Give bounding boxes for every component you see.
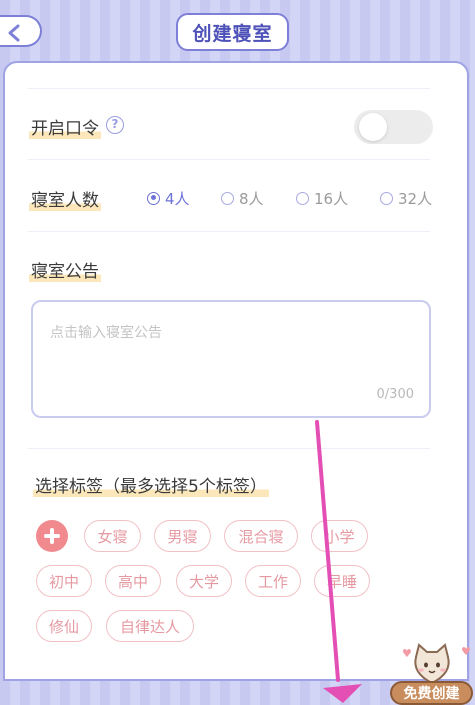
password-label-text: 开启口令 [29,119,101,139]
members-label-text: 寝室人数 [29,191,101,211]
cat-mascot-icon [414,643,450,685]
members-option-16[interactable]: 16人 [296,187,348,209]
divider [28,88,430,89]
members-option-4[interactable]: 4人 [147,187,190,209]
radio-icon [380,191,393,205]
tag-item[interactable]: 自律达人 [106,610,194,642]
help-icon[interactable]: ? [106,116,124,134]
tag-item[interactable]: 大学 [176,565,232,597]
top-bar: 创建寝室 [0,0,475,62]
radio-icon [221,191,234,205]
tag-item[interactable]: 混合寝 [224,520,298,552]
announcement-input[interactable]: 点击输入寝室公告 0/300 [31,300,431,418]
divider [28,159,430,160]
tag-item[interactable]: 初中 [36,565,92,597]
heart-icon: ♥ [461,645,471,658]
tag-item[interactable]: 男寝 [154,520,211,552]
members-option-label: 32人 [398,189,433,208]
members-option-32[interactable]: 32人 [380,187,432,209]
radio-icon [296,191,309,205]
tag-item[interactable]: 高中 [105,565,161,597]
tags-label: 选择标签（最多选择5个标签） [33,472,269,497]
members-option-8[interactable]: 8人 [221,187,264,209]
page-title-text: 创建寝室 [192,22,273,45]
members-option-label: 8人 [239,189,264,208]
tag-item[interactable]: 小学 [311,520,368,552]
announcement-placeholder: 点击输入寝室公告 [50,325,162,341]
members-label: 寝室人数 [29,186,101,211]
tag-item[interactable]: 修仙 [36,610,92,642]
password-label: 开启口令 [29,114,101,139]
add-tag-button[interactable] [36,520,68,552]
page-title: 创建寝室 [176,13,289,51]
character-count: 0/300 [376,387,414,402]
toggle-knob [359,113,387,141]
divider [28,231,430,232]
divider [28,448,430,449]
free-create-button[interactable]: ♥ ♥ 免费创建 [388,637,473,705]
tags-label-text: 选择标签（最多选择5个标签） [33,477,269,497]
tag-item[interactable]: 工作 [245,565,301,597]
members-option-label: 4人 [165,189,190,208]
announcement-label: 寝室公告 [29,257,101,282]
tag-item[interactable]: 女寝 [84,520,141,552]
tag-item[interactable]: 早睡 [314,565,370,597]
password-toggle[interactable] [354,110,433,144]
announcement-label-text: 寝室公告 [29,262,101,282]
back-button[interactable] [0,15,42,47]
members-option-label: 16人 [314,189,349,208]
radio-selected-icon [147,191,160,205]
free-create-label-wrap: 免费创建 [390,681,473,705]
free-create-label: 免费创建 [403,686,460,702]
